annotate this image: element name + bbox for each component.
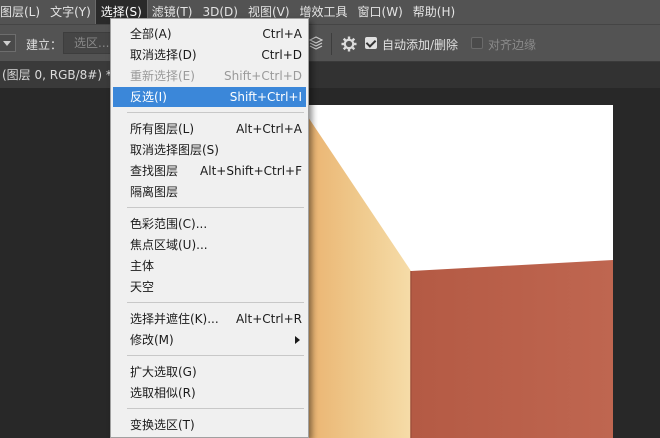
photo-content bbox=[280, 105, 613, 438]
menu-item-all-layers[interactable]: 所有图层(L) Alt+Ctrl+A bbox=[113, 119, 306, 139]
document-tab[interactable]: (图层 0, RGB/8#) * bbox=[0, 62, 118, 88]
chevron-down-icon[interactable] bbox=[0, 34, 16, 52]
divider bbox=[331, 33, 332, 55]
document-tab-bar: (图层 0, RGB/8#) * bbox=[0, 62, 660, 88]
menu-separator bbox=[127, 408, 304, 409]
menu-item-isolate-layers[interactable]: 隔离图层 bbox=[113, 182, 306, 202]
document-image[interactable] bbox=[280, 105, 613, 438]
gear-icon[interactable] bbox=[341, 36, 357, 52]
menu-separator bbox=[127, 355, 304, 356]
align-edges-checkbox[interactable] bbox=[471, 37, 483, 49]
menu-item-modify[interactable]: 修改(M) bbox=[113, 330, 306, 350]
menu-item-deselect-layers[interactable]: 取消选择图层(S) bbox=[113, 140, 306, 160]
layers-sample-icon[interactable] bbox=[309, 36, 323, 50]
chevron-right-icon bbox=[295, 336, 300, 344]
menu-item-subject[interactable]: 主体 bbox=[113, 256, 306, 276]
menu-item-inverse[interactable]: 反选(I) Shift+Ctrl+I bbox=[113, 87, 306, 107]
options-bar: 建立： 选区... 自动添加/删除 对齐边缘 bbox=[0, 24, 660, 62]
selection-field[interactable]: 选区... bbox=[63, 32, 111, 54]
menu-item-grow[interactable]: 扩大选取(G) bbox=[113, 362, 306, 382]
menu-type[interactable]: 文字(Y) bbox=[45, 0, 96, 24]
auto-add-delete-label: 自动添加/删除 bbox=[382, 38, 459, 52]
menu-item-find-layers[interactable]: 查找图层 Alt+Shift+Ctrl+F bbox=[113, 161, 306, 181]
menu-item-sky[interactable]: 天空 bbox=[113, 277, 306, 297]
menu-separator bbox=[127, 112, 304, 113]
menu-item-select-and-mask[interactable]: 选择并遮住(K)... Alt+Ctrl+R bbox=[113, 309, 306, 329]
menu-item-similar[interactable]: 选取相似(R) bbox=[113, 383, 306, 403]
menu-window[interactable]: 窗口(W) bbox=[353, 0, 408, 24]
menu-item-transform-selection[interactable]: 变换选区(T) bbox=[113, 415, 306, 435]
menu-item-select-all[interactable]: 全部(A) Ctrl+A bbox=[113, 24, 306, 44]
create-label: 建立： bbox=[26, 38, 63, 52]
menu-layer[interactable]: 图层(L) bbox=[0, 0, 45, 24]
align-edges-label: 对齐边缘 bbox=[488, 38, 537, 52]
menu-help[interactable]: 帮助(H) bbox=[408, 0, 460, 24]
menu-separator bbox=[127, 207, 304, 208]
auto-add-delete-checkbox[interactable] bbox=[365, 37, 377, 49]
menu-item-color-range[interactable]: 色彩范围(C)... bbox=[113, 214, 306, 234]
menu-item-focus-area[interactable]: 焦点区域(U)... bbox=[113, 235, 306, 255]
menu-item-deselect[interactable]: 取消选择(D) Ctrl+D bbox=[113, 45, 306, 65]
menu-separator bbox=[127, 302, 304, 303]
menu-bar: 图层(L) 文字(Y) 选择(S) 滤镜(T) 3D(D) 视图(V) 增效工具… bbox=[0, 0, 660, 25]
select-menu-dropdown: 全部(A) Ctrl+A 取消选择(D) Ctrl+D 重新选择(E) Shift+C… bbox=[110, 18, 309, 438]
menu-item-reselect: 重新选择(E) Shift+Ctrl+D bbox=[130, 69, 302, 83]
